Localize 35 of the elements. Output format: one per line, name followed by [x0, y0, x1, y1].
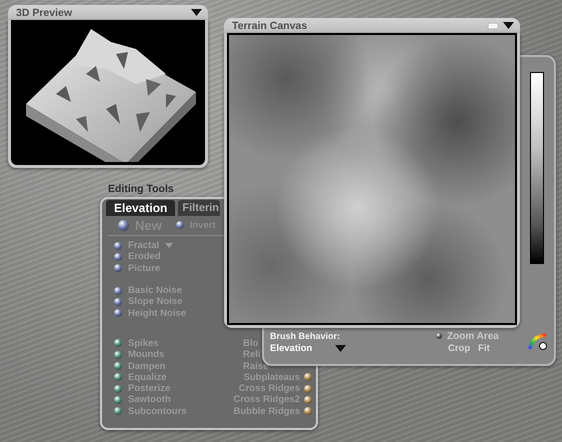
radio-dot-icon [114, 350, 122, 359]
radio-dot-icon [114, 384, 122, 393]
radio-dot-icon [114, 242, 122, 250]
radio-dot-icon [114, 373, 122, 382]
tab[interactable]: Filterin [178, 200, 220, 216]
radio-dot-icon [114, 264, 122, 272]
rainbow-color-icon[interactable] [528, 333, 548, 351]
radio-dot-icon [114, 309, 122, 318]
radio-dot-icon [114, 252, 122, 261]
radio-dot-icon [118, 220, 129, 230]
zoom-option[interactable]: Fit [478, 342, 490, 354]
tab[interactable]: Elevation [106, 200, 176, 216]
radio-dot-icon [114, 298, 122, 306]
dropdown-triangle-icon [335, 344, 346, 352]
menu-triangle-icon[interactable] [191, 9, 202, 16]
radio-dot-icon [114, 362, 122, 370]
zoom-option[interactable]: Crop [448, 342, 470, 354]
terrain-heightmap[interactable] [227, 33, 517, 325]
radio-dot-icon [176, 221, 184, 229]
radio-dot-icon [114, 286, 122, 295]
brush-behavior-label: Brush Behavior: [270, 330, 342, 340]
radio-dot-icon [304, 407, 312, 416]
radio-dot-icon [114, 407, 122, 416]
radio-dot-icon [114, 339, 122, 348]
panel-title: Editing Tools [108, 183, 174, 195]
zoom-area-label[interactable]: Zoom Area [447, 330, 499, 342]
window-title: 3D Preview [16, 6, 72, 18]
radio-dot-icon [304, 373, 312, 382]
brush-behavior-dropdown[interactable]: Elevation [270, 342, 346, 354]
window-title: Terrain Canvas [232, 20, 308, 32]
radio-dot-icon [114, 396, 122, 404]
menu-triangle-icon[interactable] [503, 22, 514, 29]
radio-dot-icon [304, 384, 312, 393]
radio-dot-icon [304, 396, 312, 404]
radio-dot-icon [436, 333, 442, 339]
